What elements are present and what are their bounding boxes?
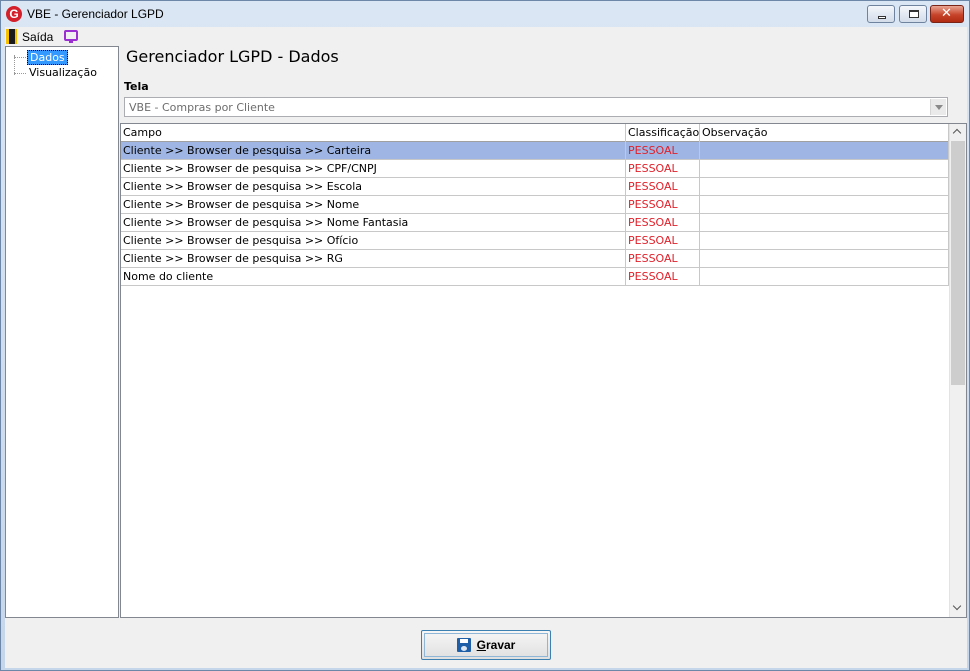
tela-label: Tela — [124, 80, 149, 93]
cell-campo: Cliente >> Browser de pesquisa >> Cartei… — [121, 142, 626, 159]
exit-label: Saída — [22, 29, 54, 44]
table-row[interactable]: Cliente >> Browser de pesquisa >> RG PES… — [121, 250, 949, 268]
app-logo-icon: G — [6, 6, 22, 22]
client-area: Dados Visualização Gerenciador LGPD - Da… — [5, 46, 967, 668]
grid-header: Campo Classificação Observação — [121, 124, 949, 142]
table-row[interactable]: Nome do cliente PESSOAL — [121, 268, 949, 286]
maximize-button[interactable] — [899, 5, 927, 23]
tela-select[interactable]: VBE - Compras por Cliente — [124, 97, 948, 117]
cell-classificacao[interactable]: PESSOAL — [626, 142, 700, 159]
cell-observacao[interactable] — [700, 196, 949, 213]
cell-campo: Cliente >> Browser de pesquisa >> RG — [121, 250, 626, 267]
title-bar[interactable]: G VBE - Gerenciador LGPD ✕ — [1, 1, 969, 27]
scroll-thumb[interactable] — [951, 141, 965, 385]
save-button[interactable]: Gravar — [421, 630, 551, 660]
cell-campo: Cliente >> Browser de pesquisa >> Nome — [121, 196, 626, 213]
column-header-campo[interactable]: Campo — [121, 124, 626, 142]
page-title: Gerenciador LGPD - Dados — [126, 47, 339, 66]
exit-menu-item[interactable]: Saída — [6, 28, 53, 45]
scroll-up-icon[interactable] — [950, 124, 966, 141]
cell-classificacao[interactable]: PESSOAL — [626, 250, 700, 267]
table-row[interactable]: Cliente >> Browser de pesquisa >> Escola… — [121, 178, 949, 196]
table-row[interactable]: Cliente >> Browser de pesquisa >> Cartei… — [121, 142, 949, 160]
column-header-observacao[interactable]: Observação — [700, 124, 949, 142]
minimize-icon — [878, 16, 886, 19]
tree-item-dados[interactable]: Dados — [27, 50, 68, 65]
menu-bar: Saída — [5, 27, 967, 46]
cell-classificacao[interactable]: PESSOAL — [626, 196, 700, 213]
cell-classificacao[interactable]: PESSOAL — [626, 268, 700, 285]
table-row[interactable]: Cliente >> Browser de pesquisa >> Nome P… — [121, 196, 949, 214]
minimize-button[interactable] — [867, 5, 895, 23]
cell-observacao[interactable] — [700, 142, 949, 159]
cell-observacao[interactable] — [700, 160, 949, 177]
tela-select-value: VBE - Compras por Cliente — [129, 101, 275, 114]
app-window: G VBE - Gerenciador LGPD ✕ Saída Dados V… — [0, 0, 970, 671]
tree-connector — [14, 55, 15, 75]
monitor-icon[interactable] — [64, 30, 78, 43]
cell-observacao[interactable] — [700, 178, 949, 195]
tree-connector — [14, 73, 26, 74]
column-header-classificacao[interactable]: Classificação — [626, 124, 700, 142]
close-icon: ✕ — [941, 6, 952, 21]
cell-classificacao[interactable]: PESSOAL — [626, 232, 700, 249]
tree-item-visualizacao[interactable]: Visualização — [27, 66, 99, 81]
cell-observacao[interactable] — [700, 214, 949, 231]
fields-grid: Campo Classificação Observação Cliente >… — [120, 123, 967, 618]
close-button[interactable]: ✕ — [930, 5, 964, 23]
tree-connector — [14, 57, 26, 58]
scroll-down-icon[interactable] — [950, 600, 966, 617]
table-row[interactable]: Cliente >> Browser de pesquisa >> Nome F… — [121, 214, 949, 232]
cell-campo: Cliente >> Browser de pesquisa >> Nome F… — [121, 214, 626, 231]
door-exit-icon — [6, 29, 17, 44]
save-button-focus-ring — [424, 633, 548, 657]
vertical-scrollbar[interactable] — [949, 124, 966, 617]
table-row[interactable]: Cliente >> Browser de pesquisa >> CPF/CN… — [121, 160, 949, 178]
navigation-tree: Dados Visualização — [5, 46, 119, 618]
table-row[interactable]: Cliente >> Browser de pesquisa >> Ofício… — [121, 232, 949, 250]
cell-classificacao[interactable]: PESSOAL — [626, 160, 700, 177]
cell-campo: Nome do cliente — [121, 268, 626, 285]
floppy-disk-icon — [456, 638, 471, 652]
window-title: VBE - Gerenciador LGPD — [27, 7, 164, 21]
cell-observacao[interactable] — [700, 250, 949, 267]
cell-observacao[interactable] — [700, 232, 949, 249]
chevron-down-icon[interactable] — [930, 99, 946, 115]
cell-classificacao[interactable]: PESSOAL — [626, 214, 700, 231]
maximize-icon — [909, 10, 919, 18]
cell-classificacao[interactable]: PESSOAL — [626, 178, 700, 195]
cell-campo: Cliente >> Browser de pesquisa >> Ofício — [121, 232, 626, 249]
cell-observacao[interactable] — [700, 268, 949, 285]
cell-campo: Cliente >> Browser de pesquisa >> CPF/CN… — [121, 160, 626, 177]
cell-campo: Cliente >> Browser de pesquisa >> Escola — [121, 178, 626, 195]
